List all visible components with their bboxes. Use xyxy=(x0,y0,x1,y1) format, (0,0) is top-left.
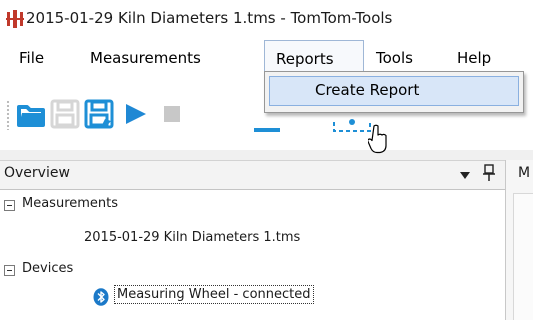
tree-node-measurement-file[interactable]: 2015-01-29 Kiln Diameters 1.tms xyxy=(84,230,300,245)
tree-node-device-measuring-wheel[interactable]: Measuring Wheel - connected xyxy=(114,285,314,304)
menu-measurements[interactable]: Measurements xyxy=(90,49,201,67)
reports-dropdown-menu: Create Report xyxy=(264,71,524,113)
menu-file[interactable]: File xyxy=(19,49,44,67)
stop-icon[interactable] xyxy=(159,99,189,129)
pin-icon[interactable] xyxy=(482,164,496,182)
menu-tools[interactable]: Tools xyxy=(376,49,413,67)
save-icon[interactable] xyxy=(50,99,80,129)
tree-node-devices[interactable]: Devices xyxy=(22,261,73,276)
tree-node-measurements[interactable]: Measurements xyxy=(22,196,118,211)
bluetooth-icon xyxy=(93,288,109,306)
overview-title: Overview xyxy=(4,165,70,181)
menu-item-create-report-label: Create Report xyxy=(315,81,420,99)
menu-reports-label: Reports xyxy=(276,50,334,68)
window-title: 2015-01-29 Kiln Diameters 1.tms - TomTom… xyxy=(26,9,393,27)
save-as-icon[interactable] xyxy=(84,99,114,129)
play-icon[interactable] xyxy=(120,99,150,129)
toolbar-partial-icon[interactable] xyxy=(252,128,282,134)
app-columns-icon xyxy=(6,10,24,28)
toolbar-grip[interactable] xyxy=(6,100,10,130)
collapse-measurements-toggle[interactable] xyxy=(4,200,15,211)
open-folder-icon[interactable] xyxy=(16,99,46,129)
menu-reports[interactable]: Reports xyxy=(264,40,364,71)
overview-panel-header xyxy=(0,160,505,190)
menu-item-create-report[interactable]: Create Report xyxy=(269,76,519,106)
menu-help[interactable]: Help xyxy=(457,49,491,67)
hand-pointer-cursor-icon xyxy=(368,124,387,154)
right-panel-content xyxy=(513,193,533,320)
collapse-devices-toggle[interactable] xyxy=(4,265,15,276)
chevron-down-icon[interactable] xyxy=(460,172,470,179)
right-panel-title: M xyxy=(518,165,531,181)
